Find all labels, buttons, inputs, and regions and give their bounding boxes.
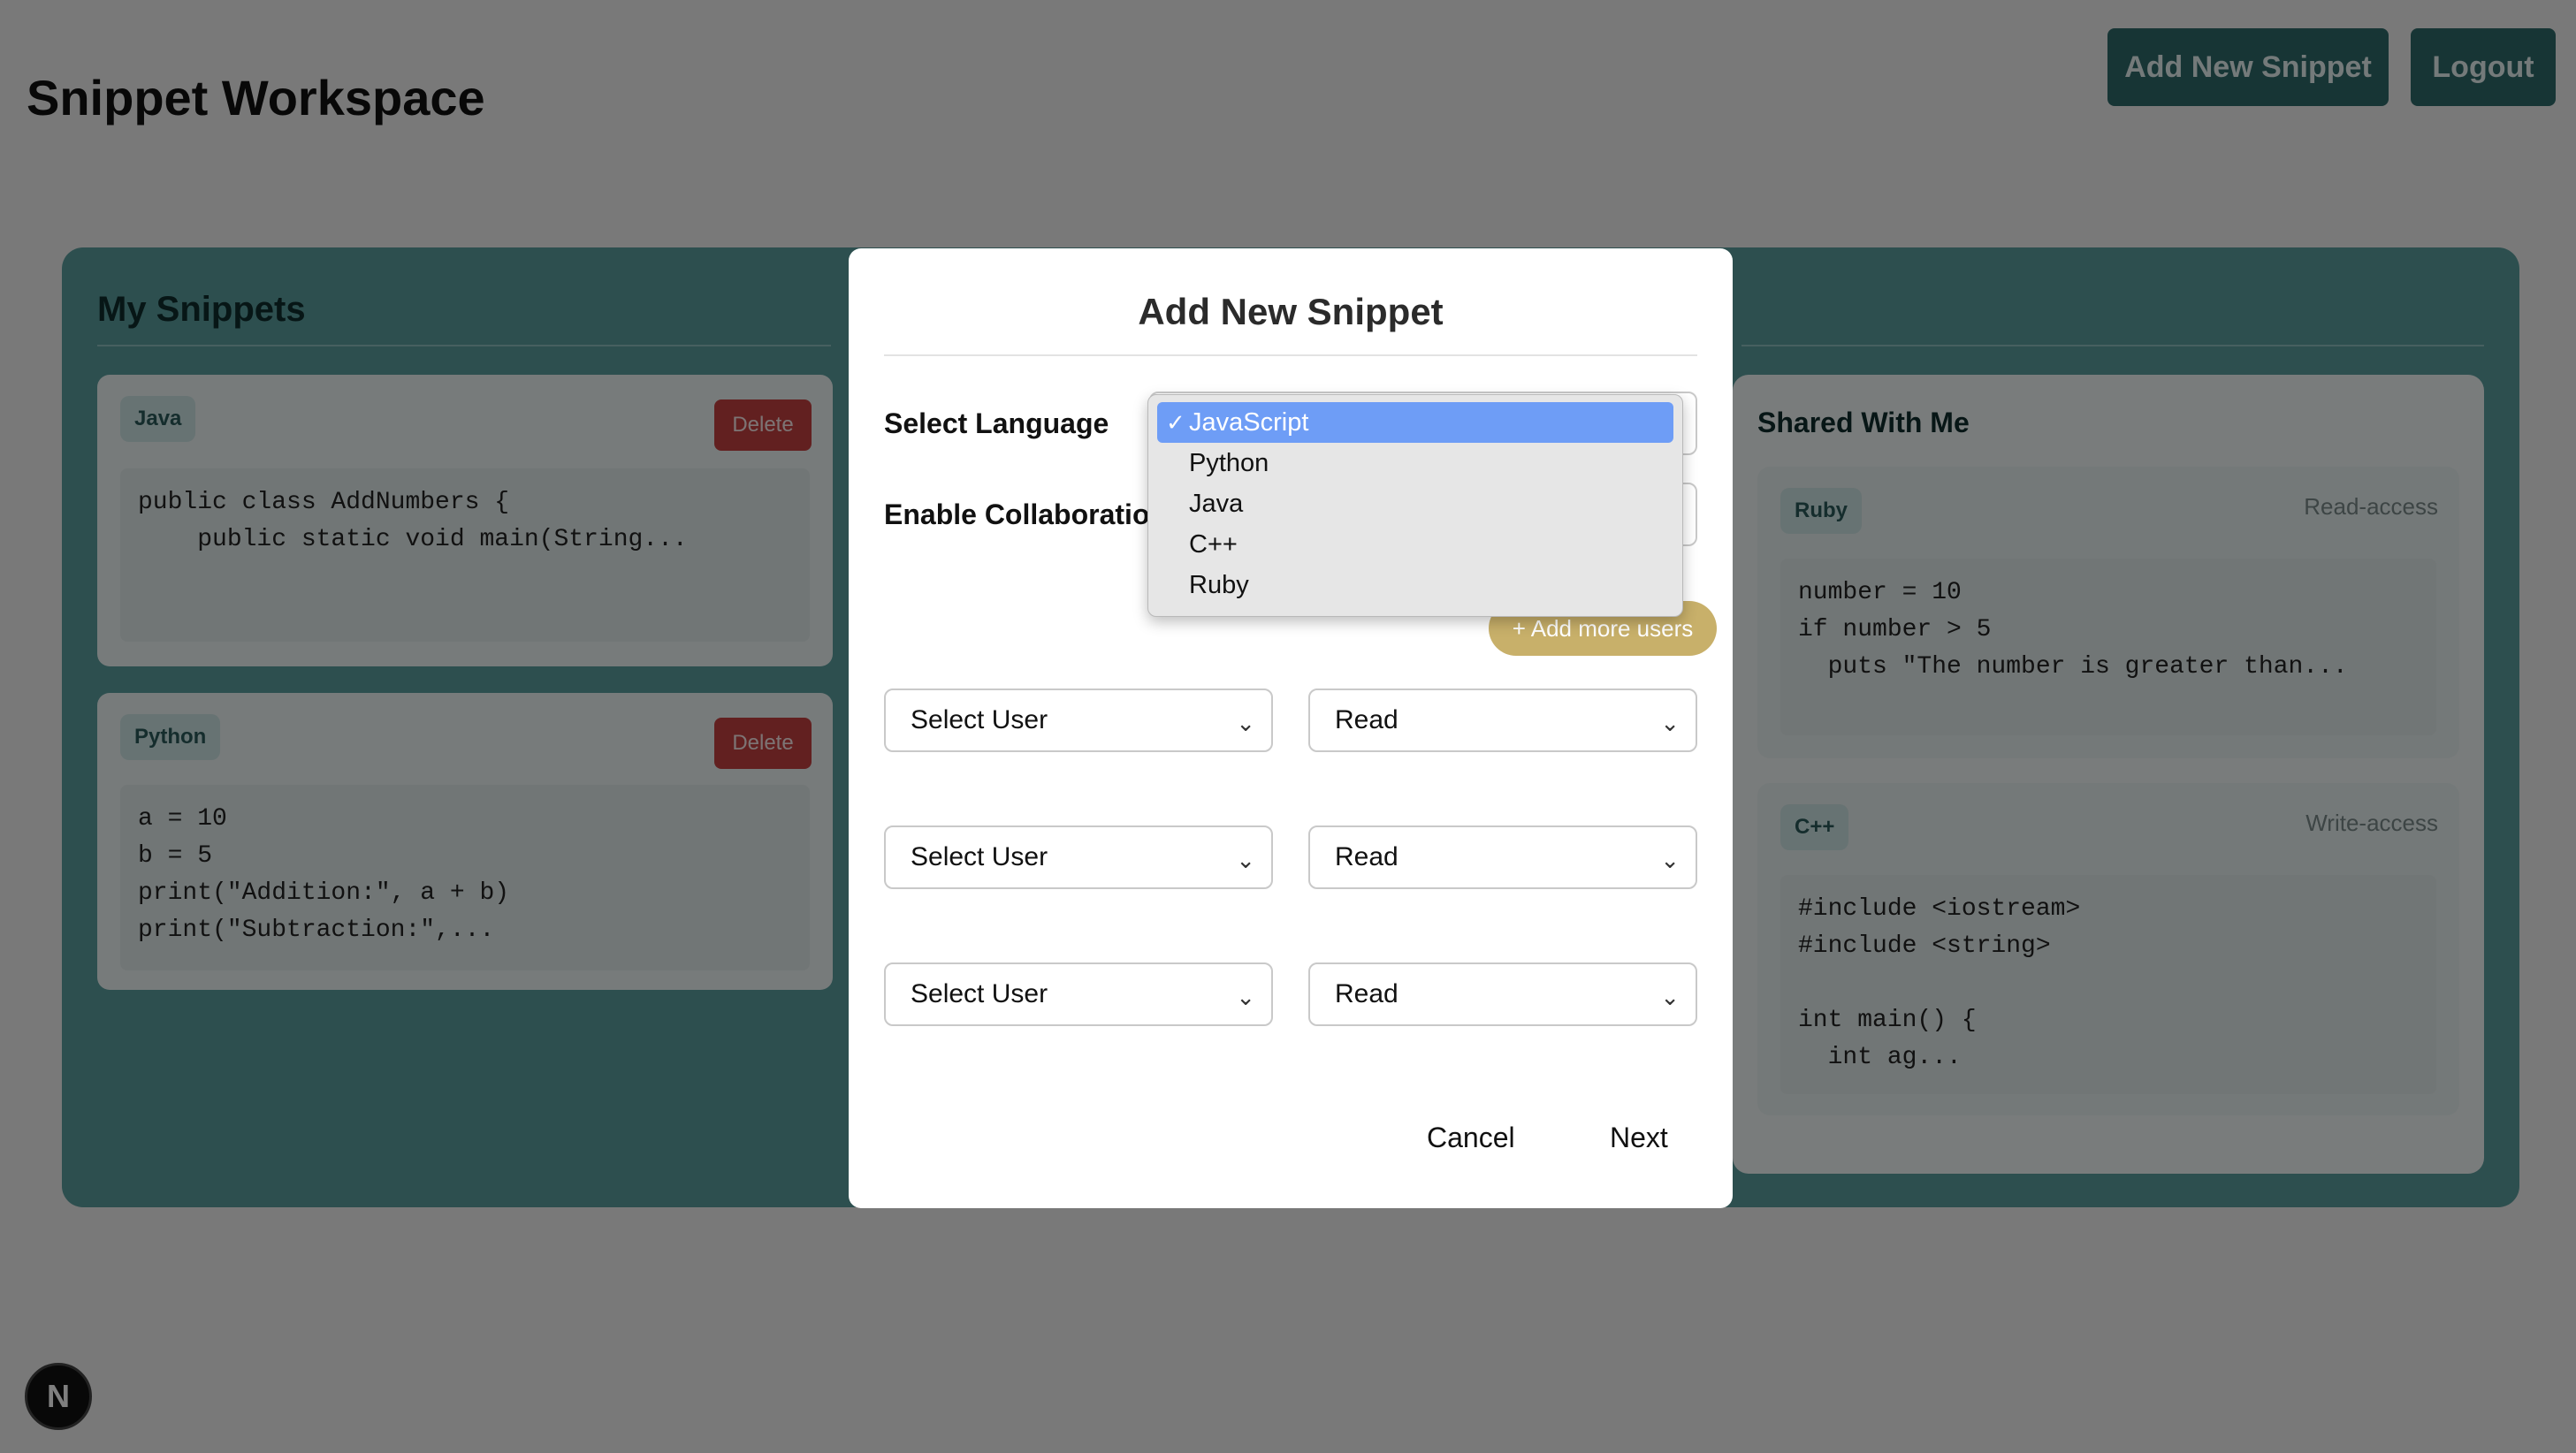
next-button[interactable]: Next [1610,1122,1668,1154]
checkmark-icon: ✓ [1166,409,1185,436]
chevron-down-icon: ⌄ [1660,984,1680,1010]
language-option-ruby[interactable]: Ruby [1157,565,1673,605]
cancel-button[interactable]: Cancel [1427,1122,1515,1154]
option-label: C++ [1189,529,1238,559]
chevron-down-icon: ⌄ [1236,984,1255,1010]
select-language-label: Select Language [884,407,1109,439]
user-select[interactable]: Select User ⌄ [884,688,1273,752]
language-option-javascript[interactable]: ✓ JavaScript [1157,402,1673,443]
user-select-value: Select User [911,842,1048,871]
permission-select-value: Read [1335,842,1399,871]
permission-select[interactable]: Read ⌄ [1308,825,1697,889]
user-select[interactable]: Select User ⌄ [884,962,1273,1026]
language-option-java[interactable]: Java [1157,483,1673,524]
option-label: JavaScript [1189,407,1309,437]
enable-collaboration-label: Enable Collaboration [884,498,1168,530]
user-select-value: Select User [911,705,1048,734]
add-snippet-modal: Add New Snippet Select Language ⌄ Enable… [849,248,1733,1208]
user-select-value: Select User [911,979,1048,1008]
language-option-python[interactable]: Python [1157,443,1673,483]
option-label: Java [1189,489,1244,518]
modal-divider [884,354,1697,356]
option-label: Ruby [1189,570,1249,599]
permission-select[interactable]: Read ⌄ [1308,962,1697,1026]
permission-select-value: Read [1335,979,1399,1008]
chevron-down-icon: ⌄ [1660,847,1680,873]
permission-select[interactable]: Read ⌄ [1308,688,1697,752]
option-label: Python [1189,448,1269,477]
user-select[interactable]: Select User ⌄ [884,825,1273,889]
language-dropdown-list: ✓ JavaScript Python Java C++ Ruby [1147,394,1683,617]
chevron-down-icon: ⌄ [1236,847,1255,873]
permission-select-value: Read [1335,705,1399,734]
chevron-down-icon: ⌄ [1660,710,1680,736]
chevron-down-icon: ⌄ [1236,710,1255,736]
language-option-cpp[interactable]: C++ [1157,524,1673,565]
modal-title: Add New Snippet [1138,291,1444,332]
